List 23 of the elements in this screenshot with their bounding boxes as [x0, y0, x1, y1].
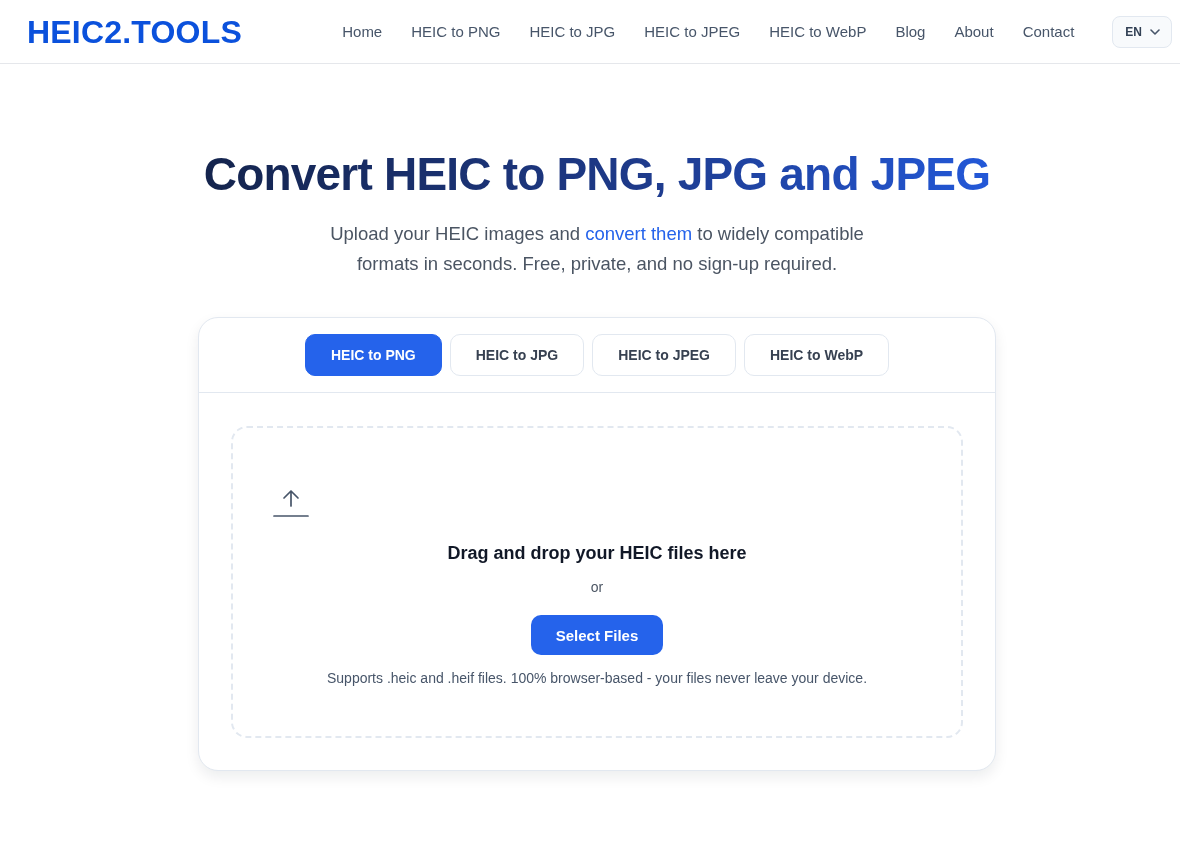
language-button[interactable]: EN: [1112, 15, 1172, 48]
dropzone-heading: Drag and drop your HEIC files here: [447, 542, 747, 565]
nav-link[interactable]: HEIC to PNG: [411, 23, 501, 40]
or-label: or: [590, 578, 604, 597]
page-subtitle: Upload your HEIC images and convert them to widely compatible formats in seconds. Free, private, and no sign-up required.: [329, 222, 865, 276]
drop-zone[interactable]: Drag and drop your HEIC files here or Select Files Supports .heic and .heif files. 100% browser-based - your files never leave your device.: [231, 426, 963, 738]
nav-link[interactable]: Blog: [895, 23, 926, 40]
nav-link[interactable]: HEIC to WebP: [769, 23, 867, 40]
support-note: Supports .heic and .heif files. 100% browser-based - your files never leave your device.: [326, 669, 868, 688]
nav-link[interactable]: About: [954, 23, 994, 40]
subtitle-link[interactable]: convert them: [585, 223, 693, 244]
nav-link[interactable]: HEIC to JPEG: [644, 23, 741, 40]
select-files-button[interactable]: Select Files: [530, 615, 664, 655]
format-tab[interactable]: HEIC to JPEG: [592, 334, 736, 376]
site-logo[interactable]: HEIC2.TOOLS: [27, 12, 242, 51]
format-tab[interactable]: HEIC to PNG: [304, 334, 442, 376]
nav-link[interactable]: HEIC to JPG: [529, 23, 616, 40]
format-tab[interactable]: HEIC to WebP: [744, 334, 890, 376]
format-tab[interactable]: HEIC to JPG: [449, 334, 585, 376]
nav-link[interactable]: Contact: [1022, 23, 1075, 40]
upload-icon: [273, 489, 309, 517]
chevron-down-icon: [1150, 28, 1160, 35]
nav-link[interactable]: Home: [342, 23, 383, 40]
